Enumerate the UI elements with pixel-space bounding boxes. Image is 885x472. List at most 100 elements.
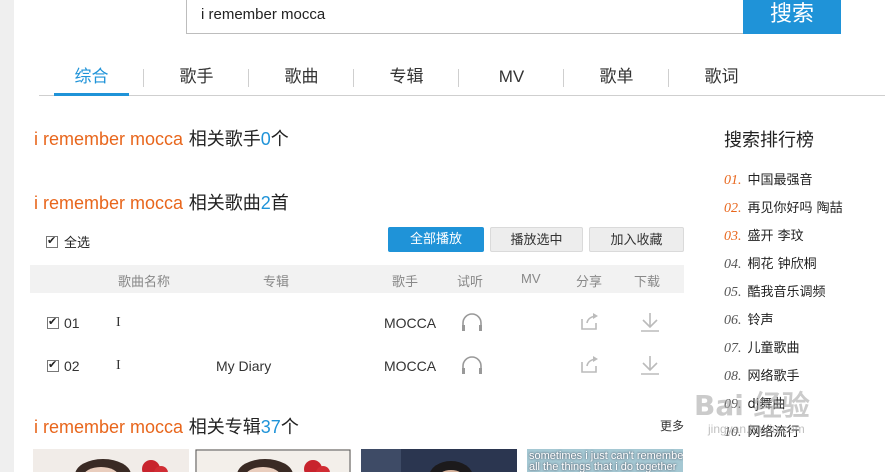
tab-albums[interactable]: 专辑 — [369, 62, 444, 95]
row-index: 02 — [64, 358, 80, 374]
headphones-icon[interactable] — [460, 311, 484, 333]
result-count: 0 — [260, 129, 271, 149]
ranking-item[interactable]: 10. 网络流行 — [724, 421, 800, 441]
count-unit: 个 — [270, 129, 289, 150]
more-albums-link[interactable]: 更多 — [660, 417, 684, 434]
col-download: 下载 — [634, 275, 661, 290]
ranking-item[interactable]: 04. 桐花 钟欣桐 — [724, 253, 817, 273]
album-cover[interactable] — [195, 449, 351, 472]
tab-divider — [563, 69, 564, 87]
song-table-header: 歌曲名称 专辑 歌手 试听 MV 分享 下载 — [30, 265, 684, 293]
song-title-link[interactable]: I — [116, 315, 121, 331]
songs-section-title: i remember mocca 相关歌曲2首 — [34, 189, 289, 215]
ranking-item[interactable]: 05. 酷我音乐调频 — [724, 281, 826, 301]
query-text: i remember mocca — [34, 417, 184, 437]
rank-label: 中国最强音 — [747, 173, 813, 188]
rank-number: 05. — [724, 285, 742, 300]
album-cover[interactable]: sometimes i just can't remember all the … — [527, 449, 683, 472]
rank-number: 01. — [724, 173, 742, 188]
tab-divider — [353, 69, 354, 87]
result-count: 37 — [260, 417, 281, 437]
rank-number: 10. — [724, 425, 742, 440]
row-checkbox[interactable] — [47, 358, 59, 372]
tab-divider — [458, 69, 459, 87]
rank-label: 儿童歌曲 — [747, 341, 800, 356]
tab-songs[interactable]: 歌曲 — [264, 62, 339, 95]
row-index: 01 — [64, 315, 80, 331]
play-selected-button[interactable]: 播放选中 — [490, 227, 583, 252]
album-cover[interactable] — [361, 449, 517, 472]
left-gutter — [0, 0, 14, 472]
album-cover[interactable] — [33, 449, 189, 472]
artist-link[interactable]: MOCCA — [384, 315, 436, 331]
ranking-item[interactable]: 01. 中国最强音 — [724, 169, 813, 189]
select-all-checkbox[interactable] — [46, 234, 58, 248]
select-all-label: 全选 — [64, 236, 91, 251]
download-icon[interactable] — [638, 354, 662, 376]
tab-divider — [668, 69, 669, 87]
rank-number: 06. — [724, 313, 742, 328]
rank-label: 再见你好吗 陶喆 — [747, 201, 843, 216]
album-cover-image — [195, 449, 351, 472]
artists-section-title: i remember mocca 相关歌手0个 — [34, 125, 289, 151]
rank-label: 盛开 李玟 — [747, 229, 804, 244]
add-favorite-button[interactable]: 加入收藏 — [589, 227, 684, 252]
rank-number: 07. — [724, 341, 742, 356]
ranking-item[interactable]: 03. 盛开 李玟 — [724, 225, 804, 245]
table-row: 01 I MOCCA — [30, 303, 684, 343]
row-checkbox[interactable] — [47, 315, 59, 329]
col-artist: 歌手 — [392, 275, 419, 290]
ranking-item[interactable]: 08. 网络歌手 — [724, 365, 800, 385]
col-mv: MV — [521, 271, 541, 286]
album-link[interactable]: My Diary — [216, 358, 271, 374]
rank-label: 铃声 — [747, 313, 774, 328]
share-icon[interactable] — [579, 311, 601, 331]
col-song-name: 歌曲名称 — [118, 275, 171, 290]
rank-label: 酷我音乐调频 — [747, 285, 826, 300]
rank-label: 网络歌手 — [747, 369, 800, 384]
tab-divider — [143, 69, 144, 87]
tab-playlists[interactable]: 歌单 — [579, 62, 654, 95]
ranking-item[interactable]: 06. 铃声 — [724, 309, 774, 329]
download-icon[interactable] — [638, 311, 662, 333]
rank-label: 网络流行 — [747, 425, 800, 440]
ranking-item[interactable]: 02. 再见你好吗 陶喆 — [724, 197, 843, 217]
tab-comprehensive[interactable]: 综合 — [54, 62, 129, 96]
rank-number: 08. — [724, 369, 742, 384]
table-row: 02 I My Diary MOCCA — [30, 346, 684, 386]
tab-divider — [248, 69, 249, 87]
albums-section-title: i remember mocca 相关专辑37个 — [34, 413, 299, 439]
tab-mv[interactable]: MV — [474, 62, 549, 95]
ranking-item[interactable]: 07. 儿童歌曲 — [724, 337, 800, 357]
section-label: 相关专辑 — [188, 417, 261, 438]
query-text: i remember mocca — [34, 129, 184, 149]
album-cover-image — [361, 449, 517, 472]
ranking-item[interactable]: 09. dj舞曲 — [724, 393, 785, 413]
rank-number: 09. — [724, 397, 742, 412]
artist-link[interactable]: MOCCA — [384, 358, 436, 374]
section-label: 相关歌曲 — [188, 193, 261, 214]
col-listen: 试听 — [457, 275, 484, 290]
tab-lyrics[interactable]: 歌词 — [684, 62, 759, 95]
play-all-button[interactable]: 全部播放 — [388, 227, 484, 252]
count-unit: 个 — [280, 417, 299, 438]
share-icon[interactable] — [579, 354, 601, 374]
category-tabs: 综合 歌手 歌曲 专辑 MV 歌单 歌词 — [39, 62, 885, 96]
rank-number: 02. — [724, 201, 742, 216]
tab-artists[interactable]: 歌手 — [159, 62, 234, 95]
col-share: 分享 — [576, 275, 603, 290]
rank-number: 04. — [724, 257, 742, 272]
search-box — [186, 0, 744, 34]
count-unit: 首 — [270, 193, 289, 214]
search-input[interactable] — [201, 2, 721, 26]
headphones-icon[interactable] — [460, 354, 484, 376]
album-cover-caption: sometimes i just can't remember all the … — [529, 450, 683, 472]
section-label: 相关歌手 — [188, 129, 261, 150]
query-text: i remember mocca — [34, 193, 184, 213]
search-button[interactable]: 搜索 — [743, 0, 841, 34]
select-all[interactable]: 全选 — [46, 232, 90, 251]
album-cover-image — [33, 449, 189, 472]
rank-label: 桐花 钟欣桐 — [747, 257, 817, 272]
rank-label: dj舞曲 — [747, 397, 786, 412]
song-title-link[interactable]: I — [116, 358, 121, 374]
